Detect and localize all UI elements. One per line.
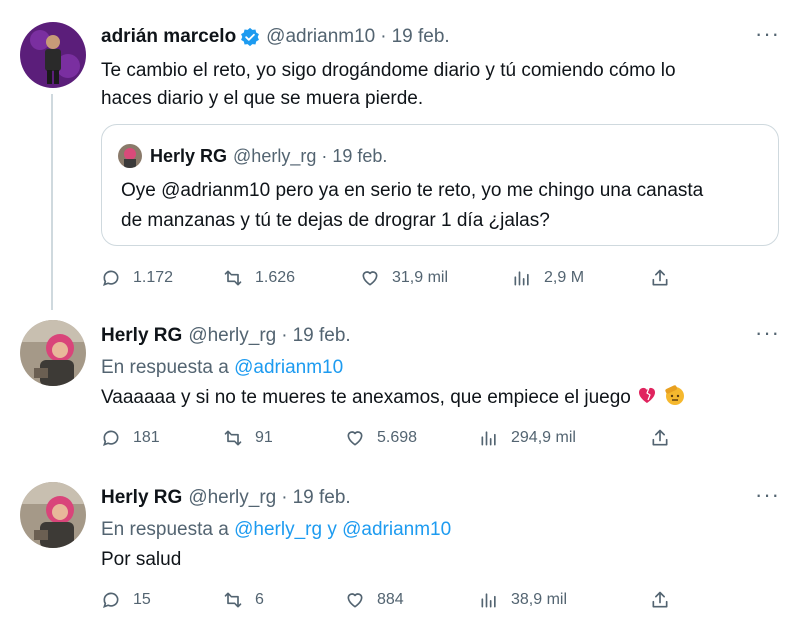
- tweet-text-line: Te cambio el reto, yo sigo drogándome di…: [101, 60, 676, 81]
- heart-emoji-icon: [636, 384, 658, 415]
- reply-icon: [103, 430, 119, 447]
- share-button[interactable]: [650, 266, 682, 290]
- reply-count: 181: [133, 429, 160, 446]
- reply-button[interactable]: 1.172: [101, 266, 173, 290]
- like-button[interactable]: 884: [345, 588, 404, 612]
- author-handle[interactable]: @herly_rg: [188, 487, 276, 509]
- reply-mention-link[interactable]: @adrianm10: [234, 357, 343, 378]
- tweet-text: Por salud: [101, 549, 182, 570]
- retweet-button[interactable]: 91: [223, 426, 273, 450]
- reply-icon: [103, 592, 119, 609]
- tweet-text-line: haces diario y el que se muera pierde.: [101, 88, 424, 109]
- quote-date: 19 feb.: [332, 145, 388, 166]
- heart-icon: [347, 593, 363, 608]
- avatar[interactable]: [20, 320, 86, 386]
- separator: ·: [281, 487, 288, 508]
- retweet-count: 6: [255, 591, 264, 608]
- quote-avatar: [118, 144, 142, 168]
- reply-mention-link[interactable]: @herly_rg: [234, 519, 322, 540]
- share-button[interactable]: [650, 588, 682, 612]
- like-count: 884: [377, 591, 404, 608]
- more-icon[interactable]: ···: [755, 484, 780, 506]
- tweet-text: Vaaaaaa y si no te mueres te anexamos, q…: [101, 387, 631, 408]
- like-count: 5.698: [377, 429, 418, 446]
- quote-text-line: de manzanas y tú te dejas de drograr 1 d…: [121, 210, 550, 231]
- views-count: 294,9 mil: [511, 429, 576, 446]
- salute-face-emoji-icon: [663, 384, 685, 415]
- quote-author-handle: @herly_rg: [233, 145, 317, 166]
- like-button[interactable]: 31,9 mil: [360, 266, 448, 290]
- verified-badge-icon: [240, 27, 260, 47]
- tweet-actions: 15 6 884 38,9 mil: [101, 588, 701, 612]
- views-button[interactable]: 2,9 M: [512, 266, 584, 290]
- views-button[interactable]: 38,9 mil: [479, 588, 567, 612]
- author-name[interactable]: Herly RG: [101, 325, 182, 347]
- reply-context: En respuesta a @herly_rg y @adrianm10: [101, 516, 784, 544]
- heart-icon: [347, 431, 363, 446]
- like-count: 31,9 mil: [392, 269, 449, 286]
- reply-prefix: En respuesta a: [101, 357, 229, 378]
- views-chart-icon: [514, 271, 529, 286]
- tweet-3[interactable]: Herly RG @herly_rg · 19 feb. ··· En resp…: [0, 462, 808, 620]
- retweet-button[interactable]: 6: [223, 588, 264, 612]
- reply-count: 15: [133, 591, 151, 608]
- avatar[interactable]: [20, 22, 86, 88]
- separator: ·: [281, 325, 288, 346]
- quote-author-name: Herly RG: [150, 145, 228, 166]
- share-icon: [652, 269, 668, 286]
- retweet-icon: [224, 592, 242, 608]
- more-icon[interactable]: ···: [755, 322, 780, 344]
- views-button[interactable]: 294,9 mil: [479, 426, 576, 450]
- author-name[interactable]: adrián marcelo: [101, 26, 236, 48]
- tweet-actions: 181 91 5.698 294,9 mil: [101, 426, 701, 450]
- tweet-2[interactable]: Herly RG @herly_rg · 19 feb. ··· En resp…: [0, 300, 808, 470]
- tweet-date[interactable]: 19 feb.: [392, 26, 450, 48]
- reply-button[interactable]: 15: [101, 588, 151, 612]
- reply-context: En respuesta a @adrianm10: [101, 354, 784, 382]
- tweet-date[interactable]: 19 feb.: [293, 487, 351, 509]
- share-icon: [652, 429, 668, 446]
- like-button[interactable]: 5.698: [345, 426, 417, 450]
- reply-mention-link[interactable]: @adrianm10: [342, 519, 451, 540]
- retweet-icon: [224, 270, 242, 286]
- tweet-actions: 1.172 1.626 31,9 mil 2,9 M: [101, 266, 701, 290]
- quoted-tweet[interactable]: Herly RG @herly_rg · 19 feb. Oye @adrian…: [101, 124, 779, 246]
- author-handle[interactable]: @adrianm10: [266, 26, 375, 48]
- reply-icon: [103, 270, 119, 287]
- views-count: 2,9 M: [544, 269, 585, 286]
- separator: ·: [321, 145, 328, 166]
- author-handle[interactable]: @herly_rg: [188, 325, 276, 347]
- reply-button[interactable]: 181: [101, 426, 160, 450]
- tweet-1[interactable]: adrián marcelo @adrianm10 · 19 feb. ··· …: [0, 0, 808, 300]
- more-icon[interactable]: ···: [755, 23, 780, 45]
- avatar[interactable]: [20, 482, 86, 548]
- heart-icon: [362, 271, 378, 286]
- quote-text-line: Oye @adrianm10 pero ya en serio te reto,…: [121, 180, 704, 201]
- retweet-icon: [224, 430, 242, 446]
- separator: ·: [380, 26, 387, 47]
- reply-count: 1.172: [133, 269, 174, 286]
- share-button[interactable]: [650, 426, 682, 450]
- share-icon: [652, 591, 668, 608]
- tweet-date[interactable]: 19 feb.: [293, 325, 351, 347]
- views-chart-icon: [481, 593, 496, 608]
- reply-prefix: En respuesta a: [101, 519, 229, 540]
- retweet-count: 91: [255, 429, 273, 446]
- reply-joiner: y: [327, 519, 337, 540]
- retweet-button[interactable]: 1.626: [223, 266, 295, 290]
- retweet-count: 1.626: [255, 269, 296, 286]
- views-chart-icon: [481, 431, 496, 446]
- views-count: 38,9 mil: [511, 591, 568, 608]
- author-name[interactable]: Herly RG: [101, 487, 182, 509]
